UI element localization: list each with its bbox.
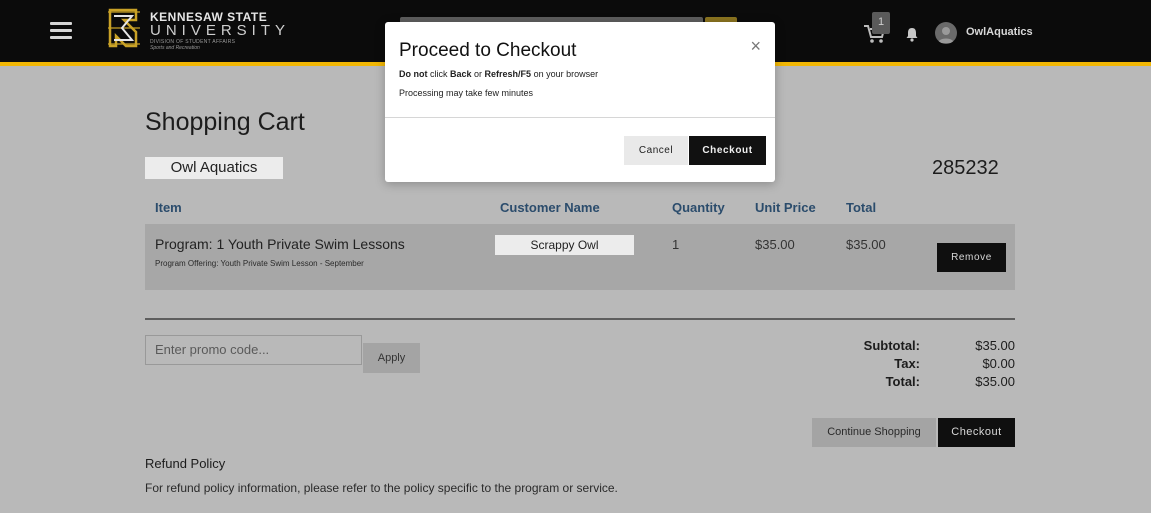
logo-line-4: Sports and Recreation (150, 45, 200, 51)
warning-text-b: or (471, 69, 485, 79)
username-label[interactable]: OwlAquatics (966, 26, 1033, 38)
warning-text-c: on your browser (531, 69, 599, 79)
continue-shopping-button[interactable]: Continue Shopping (812, 418, 936, 447)
modal-warning-text: Do not click Back or Refresh/F5 on your … (399, 69, 598, 79)
hamburger-menu-icon[interactable] (50, 22, 72, 40)
item-quantity: 1 (672, 237, 680, 252)
modal-cancel-button[interactable]: Cancel (624, 136, 688, 165)
total-label: Total: (885, 374, 920, 389)
tab-owl-aquatics[interactable]: Owl Aquatics (145, 157, 283, 179)
warning-do-not: Do not (399, 69, 428, 79)
promo-code-input[interactable]: Enter promo code... (145, 335, 362, 365)
remove-button[interactable]: Remove (937, 243, 1006, 272)
order-number: 285232 (932, 157, 999, 179)
warning-refresh: Refresh/F5 (484, 69, 532, 79)
total-value: $35.00 (975, 374, 1015, 389)
column-header-unit-price: Unit Price (755, 200, 816, 215)
checkout-modal: Proceed to Checkout × Do not click Back … (385, 22, 775, 182)
modal-title: Proceed to Checkout (399, 40, 577, 61)
close-icon[interactable]: × (750, 36, 761, 56)
apply-promo-button[interactable]: Apply (363, 343, 420, 373)
column-header-total: Total (846, 200, 877, 215)
item-unit-price: $35.00 (755, 237, 795, 252)
user-icon (938, 27, 954, 43)
column-header-item: Item (155, 200, 182, 215)
refund-policy-title: Refund Policy (145, 456, 226, 471)
subtotal-value: $35.00 (975, 338, 1015, 353)
customer-name-field[interactable]: Scrappy Owl (495, 235, 634, 255)
logo-wordmark[interactable]: KENNESAW STATE UNIVERSITY DIVISION OF ST… (150, 10, 290, 51)
tax-label: Tax: (894, 356, 920, 371)
avatar[interactable] (935, 22, 957, 44)
logo-line-2: UNIVERSITY (150, 22, 291, 39)
section-divider (145, 318, 1015, 320)
bell-icon[interactable] (905, 27, 919, 42)
modal-processing-text: Processing may take few minutes (399, 88, 534, 98)
table-row: Program: 1 Youth Private Swim Lessons Pr… (145, 224, 1015, 290)
warning-back: Back (450, 69, 472, 79)
ksu-logo-icon[interactable] (104, 6, 142, 50)
item-total: $35.00 (846, 237, 886, 252)
subtotal-label: Subtotal: (863, 338, 920, 353)
cart-count-badge[interactable]: 1 (872, 12, 890, 34)
modal-divider (385, 117, 775, 118)
item-title: Program: 1 Youth Private Swim Lessons (155, 236, 405, 252)
warning-text-a: click (427, 69, 450, 79)
page-title: Shopping Cart (145, 108, 305, 136)
column-header-customer-name: Customer Name (500, 200, 600, 215)
item-subtitle: Program Offering: Youth Private Swim Les… (155, 259, 364, 268)
refund-policy-text: For refund policy information, please re… (145, 481, 618, 495)
column-header-quantity: Quantity (672, 200, 725, 215)
modal-checkout-button[interactable]: Checkout (689, 136, 766, 165)
checkout-button[interactable]: Checkout (938, 418, 1015, 447)
cart-table-header: Item Customer Name Quantity Unit Price T… (145, 192, 1015, 224)
tax-value: $0.00 (982, 356, 1015, 371)
